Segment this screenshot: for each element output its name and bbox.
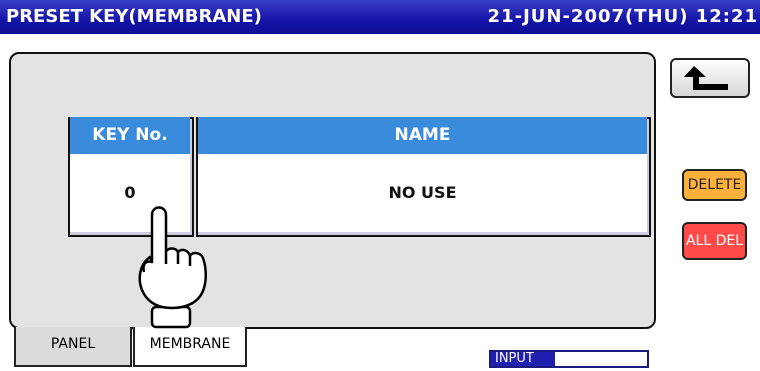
- delete-button[interactable]: DELETE: [682, 169, 747, 201]
- input-indicator-label: INPUT: [495, 351, 534, 366]
- back-button[interactable]: [670, 58, 750, 98]
- name-header: NAME: [198, 117, 647, 154]
- page-title: PRESET KEY(MEMBRANE): [6, 6, 262, 27]
- date-time: 21-JUN-2007(THU) 12:21: [487, 6, 758, 27]
- input-indicator: INPUT: [489, 350, 649, 368]
- screen: PRESET KEY(MEMBRANE) 21-JUN-2007(THU) 12…: [0, 0, 760, 371]
- pointing-hand-icon: [138, 206, 207, 329]
- title-bar: PRESET KEY(MEMBRANE) 21-JUN-2007(THU) 12…: [0, 0, 760, 34]
- tab-panel[interactable]: PANEL: [14, 327, 132, 367]
- key-no-header: KEY No.: [70, 117, 190, 154]
- return-arrow-icon: [684, 66, 728, 90]
- tab-membrane[interactable]: MEMBRANE: [133, 327, 247, 367]
- name-field[interactable]: NO USE: [198, 154, 647, 232]
- all-del-button[interactable]: ALL DEL: [682, 222, 747, 260]
